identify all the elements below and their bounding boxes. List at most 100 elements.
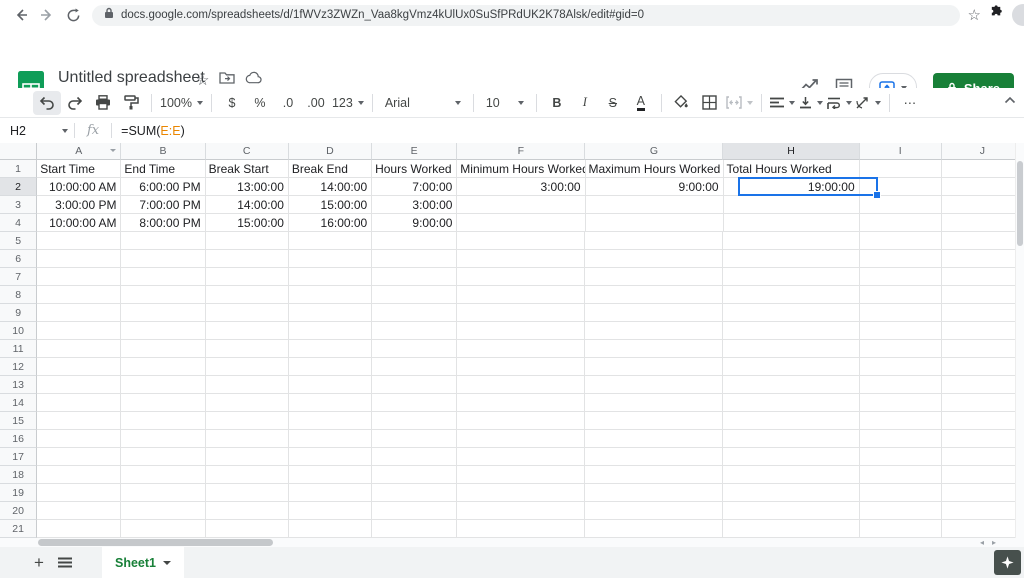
- cell-G4[interactable]: [586, 214, 724, 232]
- browser-back-icon[interactable]: [8, 2, 34, 28]
- cell-H12[interactable]: [723, 358, 859, 376]
- cell-C15[interactable]: [206, 412, 289, 430]
- cell-G7[interactable]: [585, 268, 723, 286]
- cell-I12[interactable]: [860, 358, 942, 376]
- spreadsheet-title[interactable]: Untitled spreadsheet: [58, 69, 205, 87]
- cell-D8[interactable]: [289, 286, 372, 304]
- bookmark-star-icon[interactable]: ☆: [968, 6, 981, 24]
- cell-I5[interactable]: [860, 232, 942, 250]
- cell-H16[interactable]: [723, 430, 859, 448]
- column-header-A[interactable]: A: [37, 143, 121, 160]
- cell-G18[interactable]: [585, 466, 723, 484]
- cloud-status-icon[interactable]: [245, 71, 262, 89]
- row-header-21[interactable]: 21: [0, 520, 37, 538]
- cell-A3[interactable]: 3:00:00 PM: [37, 196, 121, 214]
- cell-G6[interactable]: [585, 250, 723, 268]
- cell-G11[interactable]: [585, 340, 723, 358]
- cell-F20[interactable]: [457, 502, 585, 520]
- cell-C16[interactable]: [206, 430, 289, 448]
- cell-E20[interactable]: [372, 502, 457, 520]
- format-percent-button[interactable]: %: [246, 91, 274, 115]
- borders-icon[interactable]: [696, 91, 724, 115]
- cell-H8[interactable]: [723, 286, 859, 304]
- cell-F5[interactable]: [457, 232, 585, 250]
- cell-D7[interactable]: [289, 268, 372, 286]
- cell-A13[interactable]: [37, 376, 121, 394]
- cell-J12[interactable]: [942, 358, 1024, 376]
- cell-E15[interactable]: [372, 412, 457, 430]
- cell-C9[interactable]: [206, 304, 289, 322]
- cell-A2[interactable]: 10:00:00 AM: [37, 178, 121, 196]
- cell-E5[interactable]: [372, 232, 457, 250]
- increase-decimals-button[interactable]: .00: [302, 91, 330, 115]
- all-sheets-icon[interactable]: [52, 550, 78, 576]
- cell-C17[interactable]: [206, 448, 289, 466]
- row-header-7[interactable]: 7: [0, 268, 37, 286]
- cell-H20[interactable]: [723, 502, 859, 520]
- cell-G16[interactable]: [585, 430, 723, 448]
- decrease-decimals-button[interactable]: .0: [274, 91, 302, 115]
- format-currency-button[interactable]: $: [218, 91, 246, 115]
- cell-A9[interactable]: [37, 304, 121, 322]
- cell-H14[interactable]: [723, 394, 859, 412]
- row-header-9[interactable]: 9: [0, 304, 37, 322]
- cell-D15[interactable]: [289, 412, 372, 430]
- cell-F1[interactable]: Minimum Hours Worked: [457, 160, 585, 178]
- cell-I10[interactable]: [860, 322, 942, 340]
- browser-forward-icon[interactable]: [34, 2, 60, 28]
- column-header-F[interactable]: F: [457, 143, 585, 160]
- cell-H18[interactable]: [723, 466, 859, 484]
- cell-G1[interactable]: Maximum Hours Worked: [586, 160, 724, 178]
- cell-F12[interactable]: [457, 358, 585, 376]
- row-header-15[interactable]: 15: [0, 412, 37, 430]
- row-header-13[interactable]: 13: [0, 376, 37, 394]
- cell-C4[interactable]: 15:00:00: [206, 214, 289, 232]
- row-header-17[interactable]: 17: [0, 448, 37, 466]
- cell-D20[interactable]: [289, 502, 372, 520]
- cell-D3[interactable]: 15:00:00: [289, 196, 372, 214]
- move-to-folder-icon[interactable]: [219, 71, 235, 89]
- cell-F4[interactable]: [457, 214, 585, 232]
- cell-E18[interactable]: [372, 466, 457, 484]
- row-header-6[interactable]: 6: [0, 250, 37, 268]
- cell-H5[interactable]: [723, 232, 859, 250]
- cell-B19[interactable]: [121, 484, 205, 502]
- cell-H15[interactable]: [723, 412, 859, 430]
- cell-A4[interactable]: 10:00:00 AM: [37, 214, 121, 232]
- cell-B9[interactable]: [121, 304, 205, 322]
- horizontal-scrollbar[interactable]: ◂▸: [0, 538, 1024, 547]
- cell-H17[interactable]: [723, 448, 859, 466]
- cell-B2[interactable]: 6:00:00 PM: [121, 178, 205, 196]
- text-rotation-icon[interactable]: [854, 91, 883, 115]
- cell-I20[interactable]: [860, 502, 942, 520]
- cell-A11[interactable]: [37, 340, 121, 358]
- cell-F14[interactable]: [457, 394, 585, 412]
- cell-G17[interactable]: [585, 448, 723, 466]
- column-header-J[interactable]: J: [942, 143, 1024, 160]
- cell-J19[interactable]: [942, 484, 1024, 502]
- cell-A7[interactable]: [37, 268, 121, 286]
- cell-A21[interactable]: [37, 520, 121, 538]
- cell-C1[interactable]: Break Start: [206, 160, 289, 178]
- cell-D18[interactable]: [289, 466, 372, 484]
- cell-B7[interactable]: [121, 268, 205, 286]
- cell-C8[interactable]: [206, 286, 289, 304]
- cell-B12[interactable]: [121, 358, 205, 376]
- cell-D12[interactable]: [289, 358, 372, 376]
- cell-A14[interactable]: [37, 394, 121, 412]
- cell-C2[interactable]: 13:00:00: [206, 178, 289, 196]
- cell-A8[interactable]: [37, 286, 121, 304]
- cell-J16[interactable]: [942, 430, 1024, 448]
- cell-J7[interactable]: [942, 268, 1024, 286]
- cell-C20[interactable]: [206, 502, 289, 520]
- cell-D4[interactable]: 16:00:00: [289, 214, 372, 232]
- cell-J10[interactable]: [942, 322, 1024, 340]
- cell-H2[interactable]: 19:00:00: [724, 178, 860, 196]
- redo-icon[interactable]: [61, 91, 89, 115]
- cell-A19[interactable]: [37, 484, 121, 502]
- cell-C10[interactable]: [206, 322, 289, 340]
- cell-D6[interactable]: [289, 250, 372, 268]
- cell-I17[interactable]: [860, 448, 942, 466]
- column-header-E[interactable]: E: [372, 143, 457, 160]
- cell-H13[interactable]: [723, 376, 859, 394]
